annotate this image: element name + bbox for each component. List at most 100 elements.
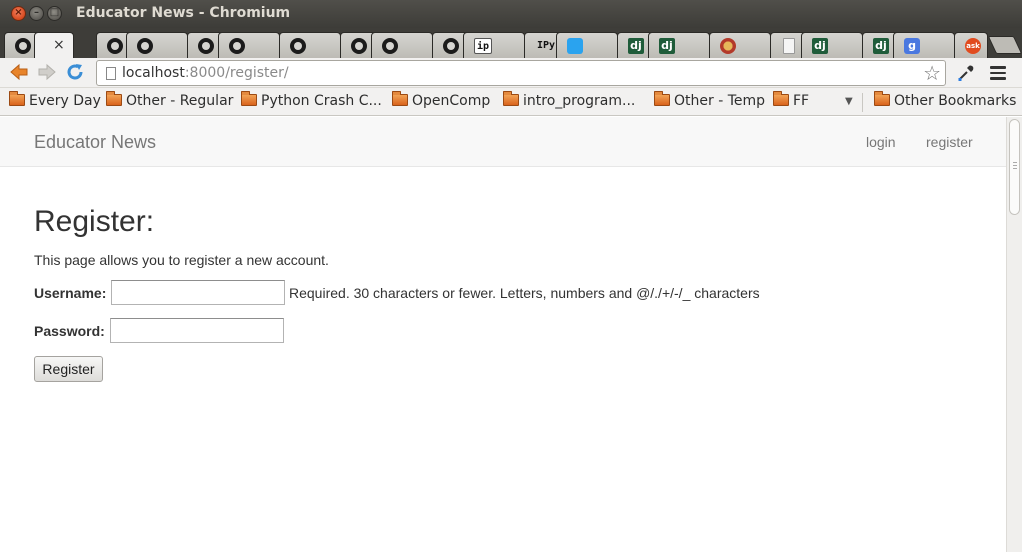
maximize-icon: □ bbox=[49, 7, 60, 18]
github-icon bbox=[443, 38, 459, 54]
site-navbar: Educator News login register bbox=[0, 117, 1006, 167]
nav-login-link[interactable]: login bbox=[866, 134, 896, 150]
bookmark-label: Python Crash C... bbox=[261, 93, 382, 109]
close-icon: × bbox=[14, 7, 23, 18]
github-icon bbox=[198, 38, 214, 54]
folder-icon bbox=[106, 91, 122, 106]
ask-icon: ask bbox=[965, 38, 981, 54]
url-text[interactable]: localhost:8000/register/ bbox=[122, 65, 289, 81]
page-viewport: Educator News login register Register: T… bbox=[0, 117, 1006, 552]
address-bar[interactable]: localhost:8000/register/ ☆ bbox=[96, 60, 946, 86]
tab-close-icon[interactable]: × bbox=[53, 37, 65, 53]
github-icon bbox=[382, 38, 398, 54]
bookmark-label: Other - Temp bbox=[674, 93, 766, 109]
tab[interactable]: ip bbox=[463, 32, 525, 58]
site-brand-link[interactable]: Educator News bbox=[34, 132, 156, 153]
password-label: Password: bbox=[34, 323, 105, 339]
tab[interactable]: g bbox=[893, 32, 955, 58]
twitter-icon bbox=[567, 38, 583, 54]
tab[interactable]: ask bbox=[954, 32, 988, 58]
tab[interactable]: dj bbox=[801, 32, 863, 58]
ipython-icon: IPy bbox=[536, 40, 556, 51]
bookmark-folder[interactable]: Every Day bbox=[9, 91, 101, 111]
username-input[interactable] bbox=[111, 280, 285, 305]
tab[interactable] bbox=[709, 32, 771, 58]
bookmark-label: Every Day bbox=[29, 93, 101, 109]
folder-icon bbox=[654, 91, 670, 106]
bookmark-folder[interactable]: Other - Regular bbox=[106, 91, 234, 111]
document-icon bbox=[783, 38, 795, 54]
window-maximize-button[interactable]: □ bbox=[47, 6, 62, 21]
github-icon bbox=[15, 38, 31, 54]
page-icon bbox=[106, 67, 116, 80]
vertical-scrollbar[interactable] bbox=[1006, 117, 1022, 552]
ip-icon: ip bbox=[474, 38, 492, 54]
github-icon bbox=[137, 38, 153, 54]
eyedropper-icon[interactable] bbox=[957, 64, 975, 82]
bookmark-label: intro_program... bbox=[523, 93, 636, 109]
character-icon bbox=[720, 38, 736, 54]
github-icon bbox=[351, 38, 367, 54]
nav-register-link[interactable]: register bbox=[926, 134, 973, 150]
tab[interactable]: dj bbox=[648, 32, 710, 58]
github-icon bbox=[107, 38, 123, 54]
django-icon: dj bbox=[812, 38, 828, 54]
folder-icon bbox=[9, 91, 25, 106]
django-icon: dj bbox=[659, 38, 675, 54]
tab[interactable] bbox=[126, 32, 188, 58]
back-button[interactable] bbox=[8, 62, 30, 84]
reload-button[interactable] bbox=[64, 62, 86, 84]
back-arrow-icon bbox=[10, 63, 28, 81]
bookmark-folder[interactable]: Python Crash C... bbox=[241, 91, 382, 111]
bookmark-folder[interactable]: intro_program... bbox=[503, 91, 636, 111]
bookmark-folder[interactable]: Other - Temp bbox=[654, 91, 766, 111]
toolbar: localhost:8000/register/ ☆ bbox=[0, 58, 1022, 88]
window-minimize-button[interactable]: – bbox=[29, 6, 44, 21]
menu-icon[interactable] bbox=[990, 66, 1006, 80]
bookmark-label: OpenComp bbox=[412, 93, 491, 109]
page-intro-text: This page allows you to register a new a… bbox=[34, 252, 329, 268]
window-close-button[interactable]: × bbox=[11, 6, 26, 21]
folder-icon bbox=[392, 91, 408, 106]
new-tab-button[interactable] bbox=[987, 36, 1022, 54]
tab[interactable] bbox=[279, 32, 341, 58]
scrollbar-thumb[interactable] bbox=[1009, 119, 1020, 215]
bookmark-folder[interactable]: FF bbox=[773, 91, 810, 111]
bookmarks-overflow-chevron-icon[interactable]: ▼ bbox=[845, 96, 853, 107]
url-host: localhost bbox=[122, 65, 185, 81]
minimize-icon: – bbox=[34, 7, 39, 18]
bookmark-label: Other - Regular bbox=[126, 93, 234, 109]
username-label: Username: bbox=[34, 285, 107, 301]
bookmark-star-icon[interactable]: ☆ bbox=[923, 62, 941, 84]
django-icon: dj bbox=[628, 38, 644, 54]
tab-active[interactable]: × bbox=[34, 32, 74, 58]
google-icon: g bbox=[904, 38, 920, 54]
title-bar: × – □ Educator News - Chromium bbox=[0, 0, 1022, 28]
tab[interactable] bbox=[218, 32, 280, 58]
django-icon: dj bbox=[873, 38, 889, 54]
forward-button[interactable] bbox=[36, 62, 58, 84]
other-bookmarks-folder[interactable]: Other Bookmarks bbox=[874, 91, 1016, 111]
forward-arrow-icon bbox=[38, 63, 56, 81]
bookmark-label: FF bbox=[793, 93, 810, 109]
folder-icon bbox=[773, 91, 789, 106]
github-icon bbox=[229, 38, 245, 54]
tab[interactable] bbox=[371, 32, 433, 58]
register-submit-button[interactable]: Register bbox=[34, 356, 103, 382]
folder-icon bbox=[503, 91, 519, 106]
tab-strip: × ip IPy dj dj dj dj g ask bbox=[0, 28, 1022, 58]
url-path: :8000/register/ bbox=[184, 65, 289, 81]
reload-icon bbox=[67, 64, 83, 80]
folder-icon bbox=[874, 91, 890, 106]
bookmarks-separator bbox=[862, 93, 863, 112]
username-help-text: Required. 30 characters or fewer. Letter… bbox=[289, 285, 760, 301]
browser-window: × – □ Educator News - Chromium × ip IPy … bbox=[0, 0, 1022, 552]
folder-icon bbox=[241, 91, 257, 106]
window-title: Educator News - Chromium bbox=[76, 5, 291, 21]
password-input[interactable] bbox=[110, 318, 284, 343]
bookmark-folder[interactable]: OpenComp bbox=[392, 91, 491, 111]
bookmarks-bar: Every Day Other - Regular Python Crash C… bbox=[0, 88, 1022, 116]
github-icon bbox=[290, 38, 306, 54]
tab[interactable] bbox=[556, 32, 618, 58]
page-title: Register: bbox=[34, 205, 155, 238]
